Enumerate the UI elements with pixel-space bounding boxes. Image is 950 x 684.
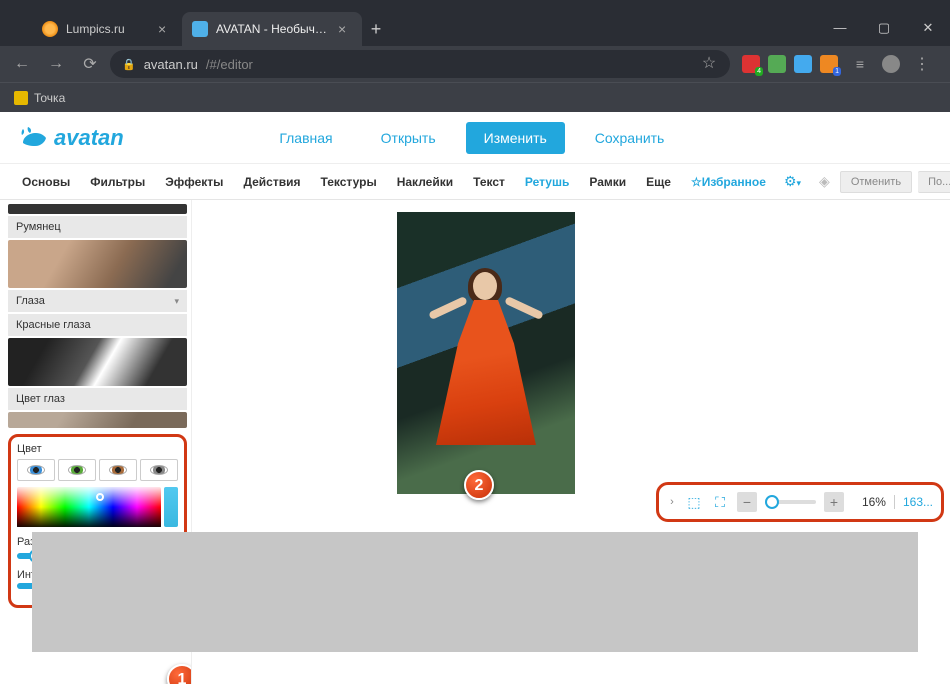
tool-retouch[interactable]: Ретушь xyxy=(517,169,577,195)
tool-actions[interactable]: Действия xyxy=(235,169,308,195)
zoom-in-icon[interactable]: + xyxy=(824,492,844,512)
chevron-right-icon[interactable]: › xyxy=(667,496,677,508)
bookmarks-bar: Точка xyxy=(0,82,950,112)
photo[interactable] xyxy=(397,212,575,494)
fit-width-icon[interactable]: ⬚ xyxy=(685,494,703,511)
tool-filters[interactable]: Фильтры xyxy=(82,169,153,195)
tab-title: Lumpics.ru xyxy=(66,22,152,36)
extension-icon[interactable]: 1 xyxy=(820,55,838,73)
extension-icon[interactable] xyxy=(768,55,786,73)
window-minimize[interactable]: — xyxy=(818,10,862,46)
extension-icon[interactable]: 4 xyxy=(742,55,760,73)
zoom-dimensions[interactable]: 163... xyxy=(894,495,933,509)
retouch-thumb[interactable] xyxy=(8,204,187,214)
profile-avatar[interactable] xyxy=(882,55,900,73)
redo-button[interactable]: По... xyxy=(918,171,950,193)
browser-menu-icon[interactable]: ⋮ xyxy=(908,54,936,74)
nav-edit[interactable]: Изменить xyxy=(466,122,565,154)
nav-reload-icon[interactable]: ⟳ xyxy=(76,54,104,74)
eye-preset-blue[interactable] xyxy=(17,459,55,481)
whale-icon xyxy=(20,125,50,151)
app-header: avatan Главная Открыть Изменить Сохранит… xyxy=(0,112,950,164)
tool-effects[interactable]: Эффекты xyxy=(157,169,231,195)
eye-preset-brown[interactable] xyxy=(99,459,137,481)
favicon-icon xyxy=(192,21,208,37)
nav-back-icon[interactable]: ← xyxy=(8,55,36,73)
zoom-slider[interactable] xyxy=(765,500,816,504)
extension-icon[interactable] xyxy=(794,55,812,73)
favicon-icon xyxy=(42,21,58,37)
sidebar-label-eyecolor[interactable]: Цвет глаз xyxy=(8,388,187,410)
nav-save[interactable]: Сохранить xyxy=(577,122,683,154)
layers-icon[interactable]: ◈ xyxy=(815,173,834,190)
browser-tab-strip: Lumpics.ru × AVATAN - Необычный Фоторед.… xyxy=(0,0,950,46)
panel-title: Цвет xyxy=(17,443,178,455)
nav-open[interactable]: Открыть xyxy=(363,122,454,154)
tab-title: AVATAN - Необычный Фоторед... xyxy=(216,22,332,36)
color-preview[interactable] xyxy=(164,487,178,527)
logo-text: avatan xyxy=(54,125,124,151)
close-icon[interactable]: × xyxy=(158,22,172,36)
tool-frames[interactable]: Рамки xyxy=(581,169,634,195)
zoom-value: 16% xyxy=(852,495,886,509)
tool-text[interactable]: Текст xyxy=(465,169,513,195)
bookmark-label: Точка xyxy=(34,91,65,105)
retouch-thumb[interactable] xyxy=(8,412,187,428)
color-spectrum[interactable] xyxy=(17,487,161,527)
bookmark-item[interactable]: Точка xyxy=(14,91,65,105)
url-host: avatan.ru xyxy=(144,57,198,72)
sidebar-label-redeyes[interactable]: Красные глаза xyxy=(8,314,187,336)
sidebar-label-blush[interactable]: Румянец xyxy=(8,216,187,238)
window-close[interactable]: ✕ xyxy=(906,10,950,46)
retouch-thumb[interactable] xyxy=(8,240,187,288)
tool-favorites[interactable]: ☆Избранное xyxy=(683,169,774,195)
annotation-1: 1 xyxy=(167,664,192,684)
slider-thumb[interactable] xyxy=(765,495,779,509)
eye-preset-green[interactable] xyxy=(58,459,96,481)
zoom-out-icon[interactable]: − xyxy=(737,492,757,512)
window-maximize[interactable]: ▢ xyxy=(862,10,906,46)
retouch-thumb[interactable] xyxy=(8,338,187,386)
tool-basics[interactable]: Основы xyxy=(14,169,78,195)
editor-toolbar: Основы Фильтры Эффекты Действия Текстуры… xyxy=(0,164,950,200)
tool-more[interactable]: Еще xyxy=(638,169,679,195)
undo-button[interactable]: Отменить xyxy=(840,171,912,193)
eye-preset-gray[interactable] xyxy=(140,459,178,481)
url-path: /#/editor xyxy=(206,57,253,72)
tool-stickers[interactable]: Наклейки xyxy=(389,169,461,195)
address-bar[interactable]: 🔒 avatan.ru /#/editor ☆ xyxy=(110,50,730,78)
chevron-down-icon: ▾ xyxy=(174,296,179,307)
new-tab-button[interactable]: + xyxy=(362,19,390,46)
sidebar-section-eyes[interactable]: Глаза ▾ xyxy=(8,290,187,312)
close-icon[interactable]: × xyxy=(338,22,352,36)
nav-forward-icon[interactable]: → xyxy=(42,55,70,73)
browser-tab-inactive[interactable]: Lumpics.ru × xyxy=(32,12,182,46)
reading-list-icon[interactable]: ≡ xyxy=(846,56,874,72)
tool-textures[interactable]: Текстуры xyxy=(313,169,385,195)
fullscreen-icon[interactable]: ⛶ xyxy=(711,494,729,511)
lock-icon: 🔒 xyxy=(122,58,136,71)
logo[interactable]: avatan xyxy=(20,125,124,151)
bookmark-favicon-icon xyxy=(14,91,28,105)
browser-tab-active[interactable]: AVATAN - Необычный Фоторед... × xyxy=(182,12,362,46)
spectrum-cursor[interactable] xyxy=(96,493,104,501)
nav-home[interactable]: Главная xyxy=(261,122,350,154)
browser-toolbar: ← → ⟳ 🔒 avatan.ru /#/editor ☆ 4 1 ≡ ⋮ xyxy=(0,46,950,82)
zoom-bar: › ⬚ ⛶ − + 16% 163... xyxy=(656,482,944,522)
page-shadow xyxy=(32,532,918,652)
annotation-2: 2 xyxy=(464,470,494,500)
bookmark-star-icon[interactable]: ☆ xyxy=(700,55,718,73)
gear-icon[interactable]: ⚙▾ xyxy=(778,173,807,190)
